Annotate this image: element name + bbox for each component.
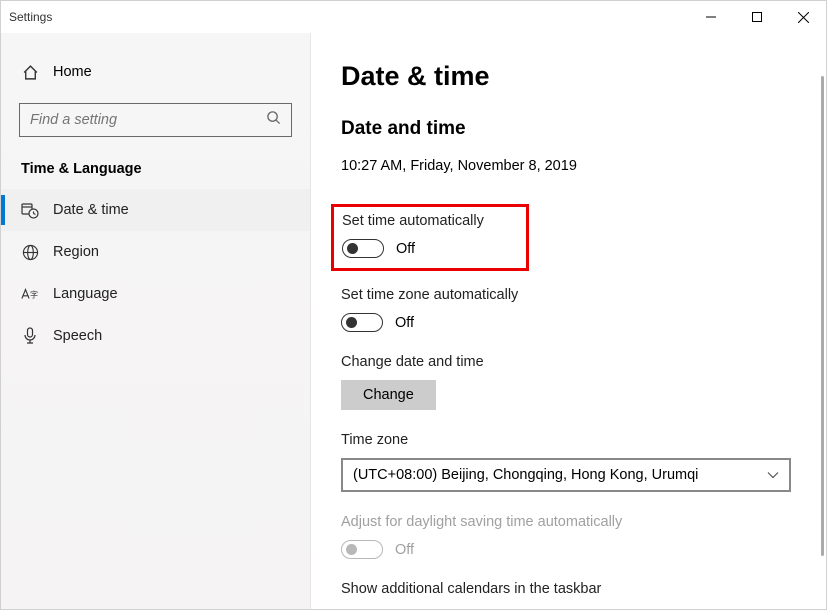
sidebar-item-speech[interactable]: Speech <box>1 315 310 357</box>
section-title: Date and time <box>341 118 796 140</box>
close-button[interactable] <box>780 1 826 33</box>
category-title: Time & Language <box>1 149 310 189</box>
maximize-button[interactable] <box>734 1 780 33</box>
set-time-auto-label: Set time automatically <box>342 213 518 229</box>
highlight-annotation: Set time automatically Off <box>331 204 529 271</box>
dst-label: Adjust for daylight saving time automati… <box>341 514 796 530</box>
change-button[interactable]: Change <box>341 380 436 410</box>
sidebar-item-language[interactable]: 字 Language <box>1 273 310 315</box>
globe-icon <box>21 243 39 261</box>
search-field[interactable] <box>30 112 243 128</box>
set-tz-auto-state: Off <box>395 315 414 331</box>
sidebar-item-label: Date & time <box>53 202 129 218</box>
timezone-value: (UTC+08:00) Beijing, Chongqing, Hong Kon… <box>353 467 698 483</box>
set-time-auto-state: Off <box>396 241 415 257</box>
sidebar: Home Time & Language Date & time Region … <box>1 33 311 609</box>
home-nav[interactable]: Home <box>1 53 310 91</box>
minimize-button[interactable] <box>688 1 734 33</box>
window-title: Settings <box>9 10 52 24</box>
timezone-dropdown[interactable]: (UTC+08:00) Beijing, Chongqing, Hong Kon… <box>341 458 791 492</box>
timezone-label: Time zone <box>341 432 796 448</box>
main-content: Date & time Date and time 10:27 AM, Frid… <box>311 33 826 609</box>
set-time-auto-toggle[interactable] <box>342 239 384 258</box>
home-label: Home <box>53 64 92 80</box>
sidebar-item-label: Language <box>53 286 118 302</box>
calendar-clock-icon <box>21 201 39 219</box>
dst-toggle <box>341 540 383 559</box>
search-icon <box>266 110 281 130</box>
extra-calendars-label: Show additional calendars in the taskbar <box>341 581 796 597</box>
current-datetime: 10:27 AM, Friday, November 8, 2019 <box>341 158 796 174</box>
titlebar: Settings <box>1 1 826 33</box>
sidebar-item-label: Region <box>53 244 99 260</box>
svg-text:字: 字 <box>30 290 38 300</box>
scrollbar[interactable] <box>821 76 824 556</box>
titlebar-controls <box>688 1 826 33</box>
sidebar-item-label: Speech <box>53 328 102 344</box>
microphone-icon <box>21 327 39 345</box>
set-tz-auto-label: Set time zone automatically <box>341 287 796 303</box>
language-icon: 字 <box>21 285 39 303</box>
dst-state: Off <box>395 542 414 558</box>
change-dt-label: Change date and time <box>341 354 796 370</box>
page-title: Date & time <box>341 61 796 92</box>
home-icon <box>21 63 39 81</box>
sidebar-item-date-time[interactable]: Date & time <box>1 189 310 231</box>
chevron-down-icon <box>767 467 779 483</box>
set-tz-auto-toggle[interactable] <box>341 313 383 332</box>
search-input[interactable] <box>19 103 292 137</box>
sidebar-item-region[interactable]: Region <box>1 231 310 273</box>
